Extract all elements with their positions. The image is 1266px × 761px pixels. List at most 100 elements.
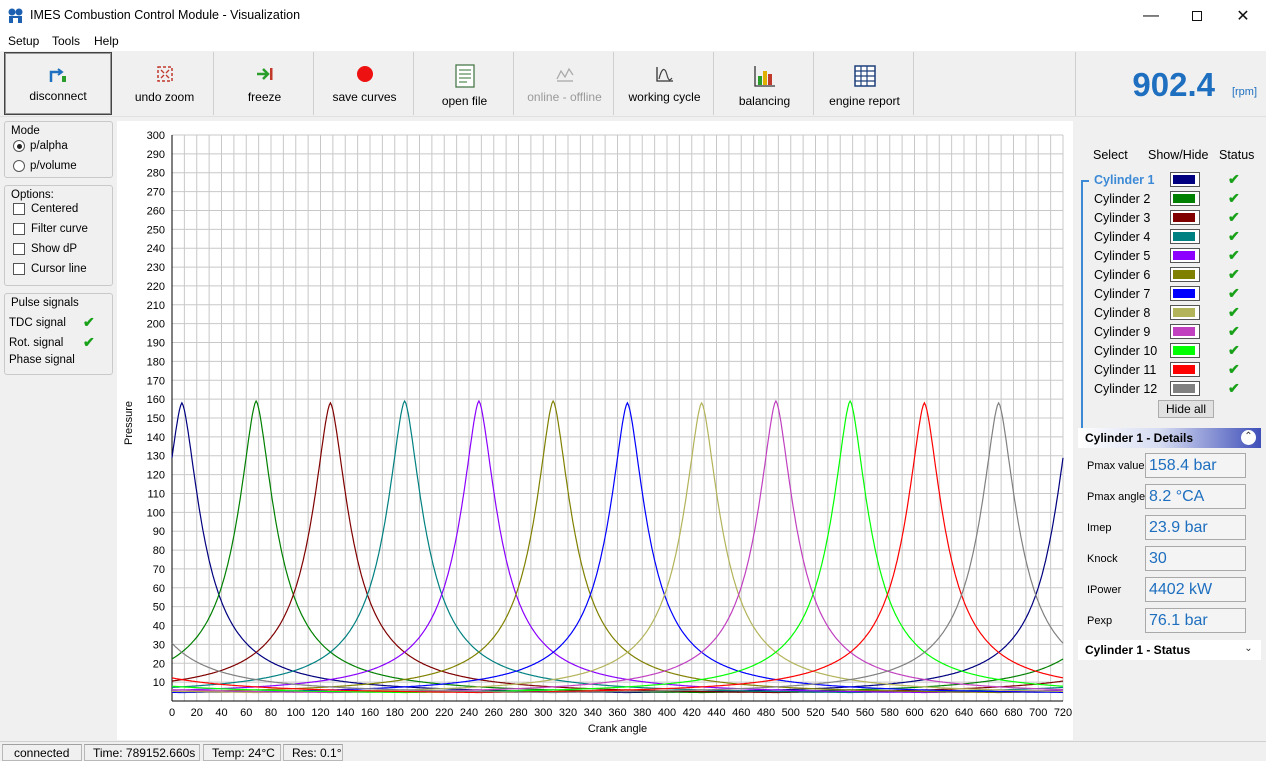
freeze-button[interactable]: freeze xyxy=(216,52,314,115)
mode-title: Mode xyxy=(11,125,40,137)
checkbox-icon xyxy=(13,263,25,275)
cylinder-name[interactable]: Cylinder 5 xyxy=(1094,249,1150,263)
show-hide-toggle[interactable] xyxy=(1170,286,1200,301)
menu-help[interactable]: Help xyxy=(94,34,119,48)
show-hide-toggle[interactable] xyxy=(1170,362,1200,377)
x-tick-label: 160 xyxy=(361,707,379,719)
undo-zoom-label: undo zoom xyxy=(134,90,195,104)
show-dp-checkbox[interactable]: Show dP xyxy=(13,243,77,255)
cylinder-row[interactable]: Cylinder 5 ✔ xyxy=(1093,247,1258,266)
cylinder-name[interactable]: Cylinder 11 xyxy=(1094,363,1156,377)
pressure-chart[interactable]: 10 20 30 40 50 60 70 80 90 100 110 120 130 140 150 160 1… xyxy=(117,121,1073,740)
online-offline-button[interactable]: online - offline xyxy=(516,52,614,115)
y-tick-label: 290 xyxy=(147,149,165,161)
working-cycle-button[interactable]: working cycle xyxy=(616,52,714,115)
pexp-row: Pexp 76.1 bar xyxy=(1087,608,1257,633)
color-swatch xyxy=(1173,270,1195,279)
minimize-button[interactable]: — xyxy=(1128,0,1174,31)
col-select-header: Select xyxy=(1093,148,1128,162)
show-hide-toggle[interactable] xyxy=(1170,305,1200,320)
expand-down-icon[interactable]: ⌄ xyxy=(1241,642,1256,657)
radio-selected-icon xyxy=(13,140,25,152)
collapse-up-icon[interactable]: ⌃ xyxy=(1241,430,1256,445)
cylinder-name[interactable]: Cylinder 6 xyxy=(1094,268,1150,282)
y-tick-label: 100 xyxy=(147,507,165,519)
x-tick-label: 460 xyxy=(732,707,750,719)
cylinder-name[interactable]: Cylinder 10 xyxy=(1094,344,1157,358)
cylinder-name[interactable]: Cylinder 9 xyxy=(1094,325,1150,339)
show-hide-toggle[interactable] xyxy=(1170,191,1200,206)
hide-all-button[interactable]: Hide all xyxy=(1158,400,1214,418)
x-tick-label: 420 xyxy=(683,707,701,719)
mode-p-alpha-radio[interactable]: p/alpha xyxy=(13,140,68,152)
cylinder-name[interactable]: Cylinder 2 xyxy=(1094,192,1150,206)
cylinder-row[interactable]: Cylinder 7 ✔ xyxy=(1093,285,1258,304)
cylinder-row[interactable]: Cylinder 6 ✔ xyxy=(1093,266,1258,285)
pmax-value-row: Pmax value 158.4 bar xyxy=(1087,453,1257,478)
show-hide-toggle[interactable] xyxy=(1170,267,1200,282)
rot-signal-row: Rot. signal ✔ xyxy=(9,334,95,351)
cylinder-row[interactable]: Cylinder 8 ✔ xyxy=(1093,304,1258,323)
show-hide-toggle[interactable] xyxy=(1170,324,1200,339)
show-hide-toggle[interactable] xyxy=(1170,172,1200,187)
maximize-button[interactable] xyxy=(1174,0,1220,31)
ipower-label: IPower xyxy=(1087,584,1122,596)
cursor-line-checkbox[interactable]: Cursor line xyxy=(13,263,87,275)
show-hide-toggle[interactable] xyxy=(1170,210,1200,225)
y-tick-label: 180 xyxy=(147,356,165,368)
cylinder-row[interactable]: Cylinder 12 ✔ xyxy=(1093,380,1258,399)
centered-checkbox[interactable]: Centered xyxy=(13,203,78,215)
cylinder-row[interactable]: Cylinder 2 ✔ xyxy=(1093,190,1258,209)
check-icon: ✔ xyxy=(1228,171,1240,187)
rpm-unit: [rpm] xyxy=(1231,86,1257,98)
cylinder-name[interactable]: Cylinder 1 xyxy=(1094,173,1154,187)
cylinder-row[interactable]: Cylinder 10 ✔ xyxy=(1093,342,1258,361)
color-swatch xyxy=(1173,251,1195,260)
undo-zoom-button[interactable]: undo zoom xyxy=(116,52,214,115)
engine-report-button[interactable]: engine report xyxy=(816,52,914,115)
cylinder-row[interactable]: Cylinder 1 ✔ xyxy=(1093,171,1258,190)
cylinder-name[interactable]: Cylinder 3 xyxy=(1094,211,1150,225)
cylinder-row[interactable]: Cylinder 3 ✔ xyxy=(1093,209,1258,228)
cylinder-name[interactable]: Cylinder 8 xyxy=(1094,306,1150,320)
close-button[interactable]: ✕ xyxy=(1220,0,1266,31)
details-header[interactable]: Cylinder 1 - Details ⌃ xyxy=(1078,428,1261,448)
cylinder-name[interactable]: Cylinder 12 xyxy=(1094,382,1157,396)
show-hide-toggle[interactable] xyxy=(1170,381,1200,396)
color-swatch xyxy=(1173,289,1195,298)
save-curves-button[interactable]: save curves xyxy=(316,52,414,115)
check-icon: ✔ xyxy=(1228,266,1240,282)
y-tick-label: 150 xyxy=(147,413,165,425)
cylinder-row[interactable]: Cylinder 9 ✔ xyxy=(1093,323,1258,342)
y-tick-label: 200 xyxy=(147,319,165,331)
menu-tools[interactable]: Tools xyxy=(52,34,80,48)
cylinder-row[interactable]: Cylinder 4 ✔ xyxy=(1093,228,1258,247)
show-hide-toggle[interactable] xyxy=(1170,248,1200,263)
pmax-angle-label: Pmax angle xyxy=(1087,491,1146,503)
disconnect-button[interactable]: disconnect xyxy=(4,52,112,115)
engine-report-icon xyxy=(853,65,876,87)
imep-row: Imep 23.9 bar xyxy=(1087,515,1257,540)
x-tick-label: 140 xyxy=(336,707,354,719)
y-tick-label: 240 xyxy=(147,243,165,255)
open-file-button[interactable]: open file xyxy=(416,52,514,115)
mode-p-volume-radio[interactable]: p/volume xyxy=(13,160,77,172)
status-header[interactable]: Cylinder 1 - Status ⌄ xyxy=(1078,640,1261,660)
y-tick-label: 140 xyxy=(147,432,165,444)
y-tick-label: 220 xyxy=(147,281,165,293)
knock-field: 30 xyxy=(1145,546,1246,571)
maximize-icon xyxy=(1192,10,1202,21)
cylinder-name[interactable]: Cylinder 4 xyxy=(1094,230,1150,244)
x-tick-label: 60 xyxy=(240,707,252,719)
cylinder-name[interactable]: Cylinder 7 xyxy=(1094,287,1150,301)
menu-setup[interactable]: Setup xyxy=(8,34,39,48)
x-tick-label: 620 xyxy=(930,707,948,719)
balancing-button[interactable]: balancing xyxy=(716,52,814,115)
open-file-icon xyxy=(454,64,475,88)
filter-curve-checkbox[interactable]: Filter curve xyxy=(13,223,88,235)
show-hide-toggle[interactable] xyxy=(1170,343,1200,358)
cylinder-row[interactable]: Cylinder 11 ✔ xyxy=(1093,361,1258,380)
pressure-chart-svg[interactable]: 10 20 30 40 50 60 70 80 90 100 110 120 130 140 150 160 1… xyxy=(117,121,1073,740)
color-swatch xyxy=(1173,346,1195,355)
show-hide-toggle[interactable] xyxy=(1170,229,1200,244)
